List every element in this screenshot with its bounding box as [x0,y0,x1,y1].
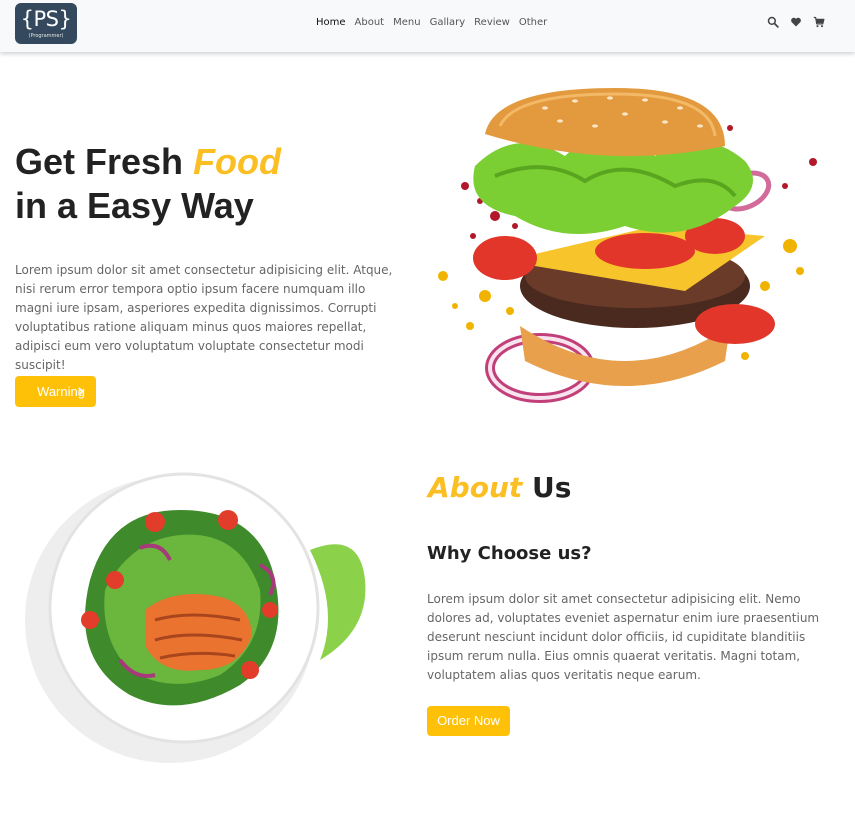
hero-title-line2: in a Easy Way [15,185,254,226]
order-now-button[interactable]: Order Now [427,706,510,736]
hero-title-accent: Food [193,141,282,182]
logo-subtext: (Programmer) [28,33,64,39]
nav-menu-link[interactable]: Menu [393,17,420,28]
about-title-rest: Us [522,471,572,504]
nav-other[interactable]: Other [519,17,547,28]
navbar: {PS} (Programmer) Home About Menu Gallar… [0,0,855,52]
hero-title: Get Fresh Food in a Easy Way [15,140,281,228]
nav-about[interactable]: About [355,17,385,28]
heart-icon[interactable] [790,16,802,28]
about-title: About Us [428,470,571,506]
nav-home[interactable]: Home [316,17,346,28]
hero-paragraph: Lorem ipsum dolor sit amet consectetur a… [15,263,393,372]
about-paragraph: Lorem ipsum dolor sit amet consectetur a… [427,592,820,682]
nav-gallary[interactable]: Gallary [430,17,466,28]
about-title-accent: About [428,471,523,504]
nav-menu: Home About Menu Gallary Review Other [316,17,556,28]
salad-plate-image [25,472,366,763]
burger-image [438,88,817,403]
why-choose-heading: Why Choose us? [427,543,592,564]
nav-icons [767,16,825,28]
search-icon[interactable] [767,16,779,28]
cart-icon[interactable] [813,16,825,28]
nav-review[interactable]: Review [474,17,510,28]
brand-logo[interactable]: {PS} (Programmer) [15,3,77,44]
hero-title-part1: Get Fresh [15,141,194,182]
logo-text: {PS} [20,7,72,31]
chevron-right-icon [78,387,84,396]
warning-button[interactable]: Warning [15,376,96,407]
